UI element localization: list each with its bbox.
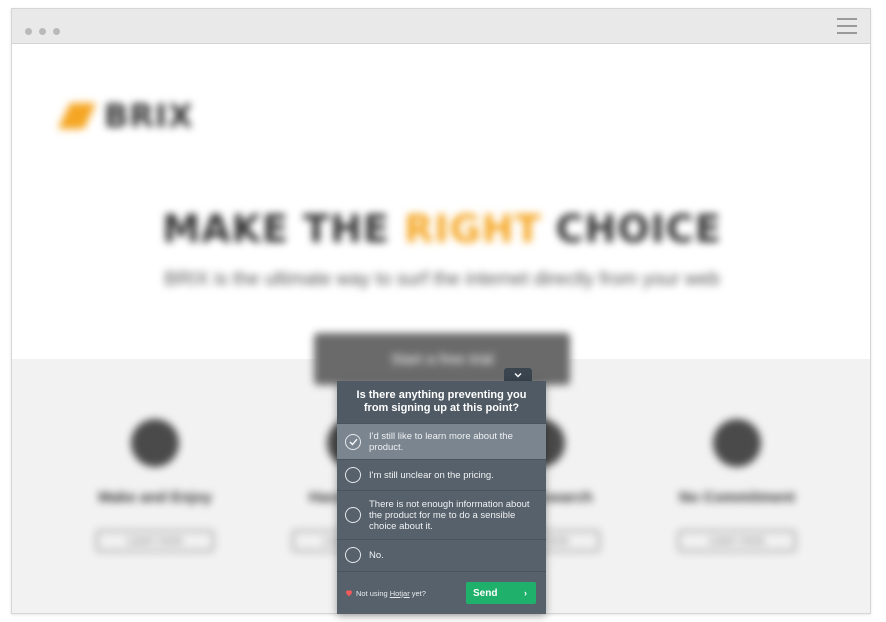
survey-option[interactable]: I'm still unclear on the pricing. — [337, 459, 546, 490]
feature-button[interactable]: Learn more — [96, 530, 214, 552]
feature-card: No Commitment Learn more — [652, 419, 822, 552]
logo-slash-icon — [57, 103, 97, 129]
survey-option[interactable]: There is not enough information about th… — [337, 490, 546, 539]
collapse-widget-button[interactable] — [504, 368, 532, 382]
trophy-icon — [713, 419, 761, 467]
send-button[interactable]: Send › — [466, 582, 536, 604]
window-dot-icon — [39, 28, 46, 35]
radio-icon[interactable] — [345, 507, 361, 523]
hotjar-promo: Not using Hotjar yet? — [345, 589, 426, 598]
window-dot-icon — [53, 28, 60, 35]
survey-option-label: There is not enough information about th… — [369, 498, 530, 532]
headline-accent: RIGHT — [404, 207, 542, 251]
chevron-right-icon: › — [524, 588, 527, 598]
logo-text: BRIX — [104, 97, 194, 135]
survey-footer: Not using Hotjar yet? Send › — [337, 571, 546, 614]
window-dot-icon — [25, 28, 32, 35]
circle-icon — [131, 419, 179, 467]
survey-option[interactable]: I'd still like to learn more about the p… — [337, 423, 546, 459]
browser-toolbar — [12, 9, 870, 44]
feature-title: No Commitment — [679, 489, 795, 506]
survey-option[interactable]: No. — [337, 539, 546, 570]
radio-checked-icon[interactable] — [345, 433, 361, 450]
hamburger-menu-icon[interactable] — [837, 18, 857, 34]
hero-headline: MAKE THE RIGHT CHOICE — [12, 207, 870, 251]
promo-suffix: yet? — [411, 588, 426, 598]
feature-button[interactable]: Learn more — [678, 530, 796, 552]
survey-option-label: No. — [369, 549, 384, 561]
feature-title: Make and Enjoy — [98, 489, 212, 506]
hotjar-link[interactable]: Hotjar — [390, 589, 410, 598]
headline-part1: MAKE THE — [162, 207, 405, 251]
survey-question: Is there anything preventing you from si… — [337, 381, 546, 423]
radio-icon[interactable] — [345, 547, 361, 563]
survey-option-label: I'm still unclear on the pricing. — [369, 469, 494, 481]
chevron-down-icon — [514, 373, 522, 378]
hero-section: BRIX MAKE THE RIGHT CHOICE BRIX is the u… — [12, 45, 870, 359]
radio-icon[interactable] — [345, 467, 361, 483]
feature-card: Make and Enjoy Learn more — [70, 419, 240, 552]
send-button-label: Send — [473, 587, 498, 599]
survey-widget: Is there anything preventing you from si… — [337, 381, 546, 614]
hero-subline: BRIX is the ultimate way to surf the int… — [164, 269, 720, 290]
survey-option-label: I'd still like to learn more about the p… — [369, 430, 513, 453]
hotjar-flame-icon — [345, 590, 353, 597]
promo-prefix: Not using — [356, 588, 388, 598]
headline-part2: CHOICE — [541, 207, 722, 251]
